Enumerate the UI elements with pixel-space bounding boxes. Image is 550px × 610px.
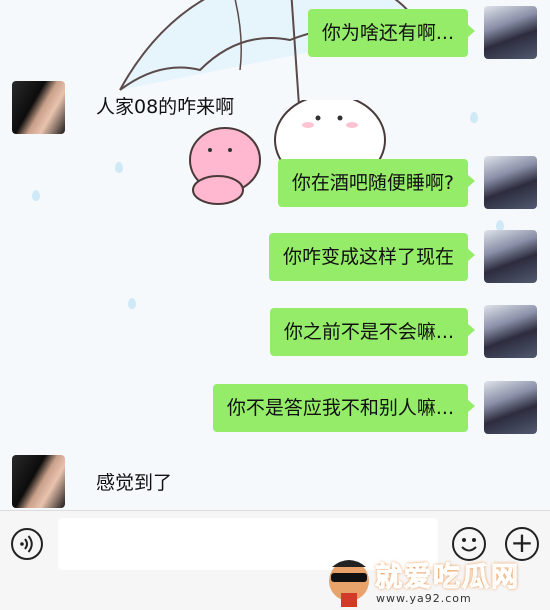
raindrop-decoration [115, 162, 123, 173]
voice-icon[interactable] [11, 528, 43, 560]
message-received[interactable]: 人家08的咋来啊 [96, 95, 234, 119]
watermark-url: www.ya92.com [376, 592, 472, 605]
my-avatar[interactable] [484, 230, 537, 283]
watermark-title: 就爱吃瓜网 [375, 562, 520, 594]
raindrop-decoration [128, 298, 136, 309]
chat-area[interactable]: 你为啥还有啊... 人家08的咋来啊 你在酒吧随便睡啊? 你咋变成这样了现在 你… [0, 0, 550, 510]
message-text: 感觉到了 [96, 472, 173, 494]
my-avatar[interactable] [484, 6, 537, 59]
message-bubble-sent[interactable]: 你不是答应我不和别人嘛... [212, 384, 476, 432]
message-bubble-sent[interactable]: 你咋变成这样了现在 [268, 233, 476, 281]
my-avatar[interactable] [484, 156, 537, 209]
message-bubble-sent[interactable]: 你为啥还有啊... [307, 9, 476, 57]
message-text: 你在酒吧随便睡啊? [291, 172, 454, 194]
message-text: 你不是答应我不和别人嘛... [226, 397, 454, 419]
message-received[interactable]: 感觉到了 [96, 471, 172, 495]
message-text: 你为啥还有啊... [321, 22, 454, 44]
message-bubble-sent[interactable]: 你之前不是不会嘛... [269, 308, 476, 356]
raindrop-decoration [32, 190, 40, 201]
my-avatar[interactable] [484, 381, 537, 434]
message-text: 你咋变成这样了现在 [282, 246, 454, 268]
message-text: 你之前不是不会嘛... [283, 321, 454, 343]
contact-avatar[interactable] [12, 455, 65, 508]
raindrop-decoration [470, 112, 478, 123]
message-text: 人家08的咋来啊 [96, 96, 235, 118]
my-avatar[interactable] [484, 305, 537, 358]
message-bubble-sent[interactable]: 你在酒吧随便睡啊? [277, 159, 476, 207]
contact-avatar[interactable] [12, 81, 65, 134]
